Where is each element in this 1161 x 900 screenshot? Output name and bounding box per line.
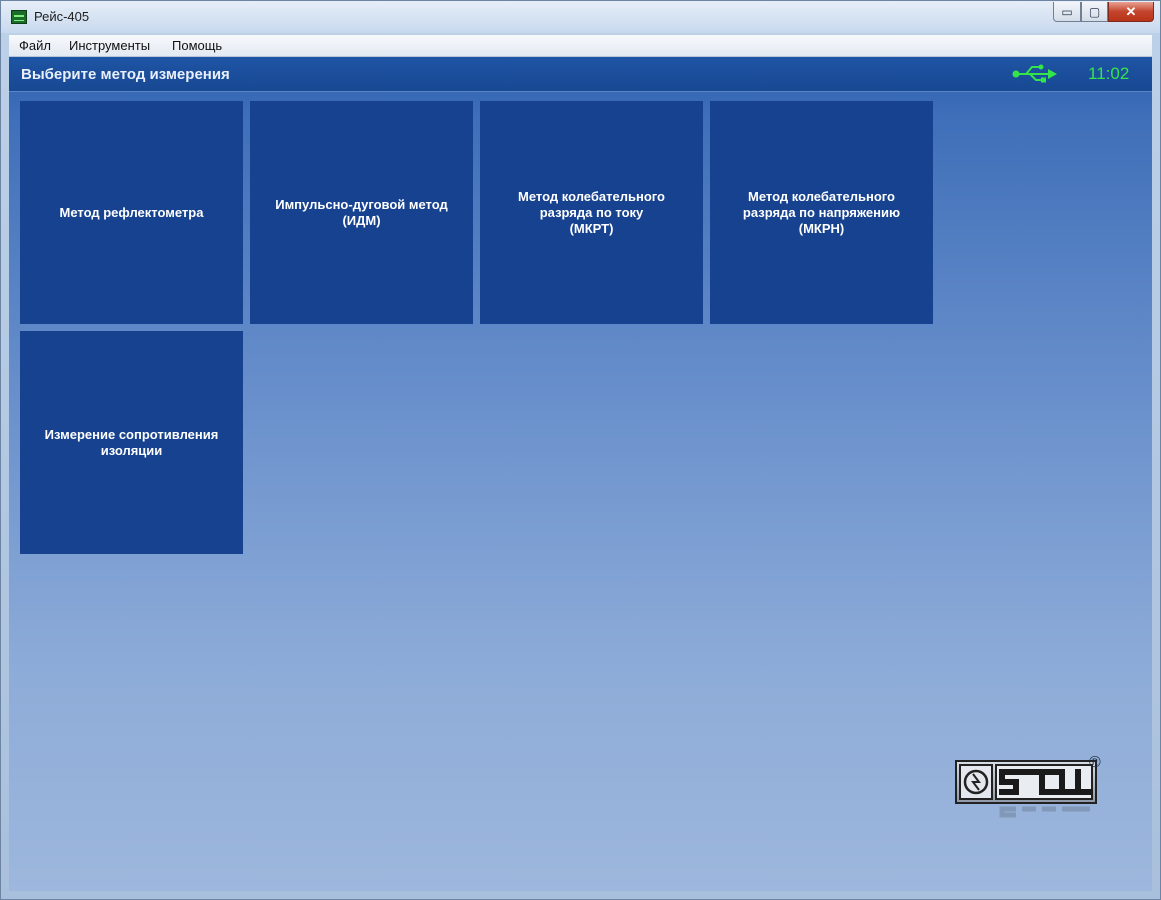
clock: 11:02 xyxy=(1088,64,1130,83)
tile-impulse-arc-method[interactable]: Импульсно-дуговой метод (ИДМ) xyxy=(250,101,473,324)
page-title: Выберите метод измерения xyxy=(21,66,230,83)
window-title: Рейс-405 xyxy=(34,9,90,24)
menu-tools[interactable]: Инструменты xyxy=(69,38,150,53)
tile-label: Метод колебательного разряда по напряжен… xyxy=(742,188,901,236)
app-icon xyxy=(11,10,27,24)
header-bar: Выберите метод измерения 11:02 xyxy=(9,57,1152,92)
menu-file[interactable]: Файл xyxy=(19,38,51,53)
tile-label: Метод рефлектометра xyxy=(59,204,204,220)
tile-reflectometer-method[interactable]: Метод рефлектометра xyxy=(20,101,243,324)
maximize-button[interactable]: ▢ xyxy=(1081,2,1108,22)
title-bar[interactable]: Рейс-405 ▭ ▢ ✕ xyxy=(1,1,1160,33)
tile-label: Измерение сопротивления изоляции xyxy=(44,426,219,458)
tile-insulation-resistance[interactable]: Измерение сопротивления изоляции xyxy=(20,331,243,554)
tile-oscillating-current-method[interactable]: Метод колебательного разряда по току (МК… xyxy=(480,101,703,324)
registered-mark: ® xyxy=(1089,754,1101,771)
menu-help[interactable]: Помощь xyxy=(172,38,222,53)
tile-label: Метод колебательного разряда по току (МК… xyxy=(518,188,665,236)
close-button[interactable]: ✕ xyxy=(1108,2,1154,22)
minimize-button[interactable]: ▭ xyxy=(1053,2,1081,22)
menu-bar: Файл Инструменты Помощь xyxy=(9,35,1152,57)
tile-oscillating-voltage-method[interactable]: Метод колебательного разряда по напряжен… xyxy=(710,101,933,324)
tile-label: Импульсно-дуговой метод (ИДМ) xyxy=(275,196,448,228)
app-window: Рейс-405 ▭ ▢ ✕ Файл Инструменты Помощь В… xyxy=(0,0,1161,900)
usb-icon xyxy=(1012,64,1057,83)
